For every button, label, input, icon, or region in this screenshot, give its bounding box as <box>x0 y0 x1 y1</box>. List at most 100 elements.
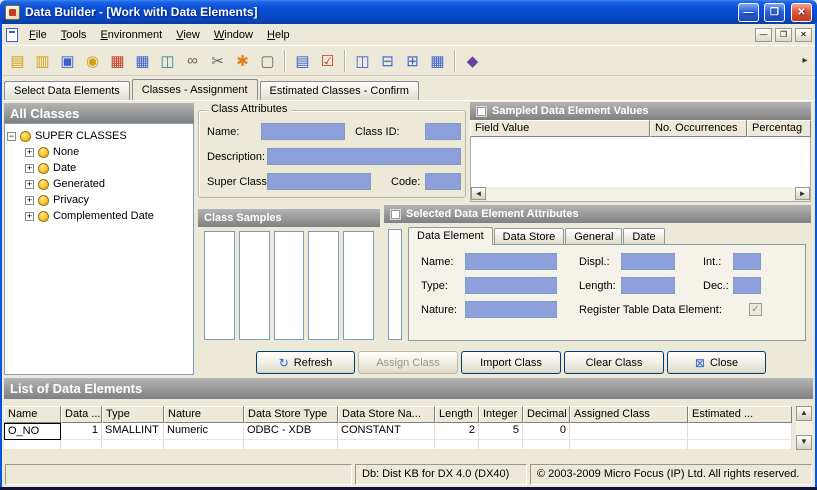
tree-item-privacy[interactable]: Privacy <box>7 192 191 208</box>
tile-horizontal-icon[interactable]: ⊟ <box>375 48 400 73</box>
sample-column[interactable] <box>239 231 270 340</box>
table-row[interactable] <box>4 440 796 449</box>
panel-toggle-icon[interactable] <box>390 209 401 220</box>
cell-data-store-type[interactable]: ODBC - XDB <box>244 423 338 440</box>
scroll-track[interactable] <box>796 421 812 435</box>
expand-icon[interactable] <box>25 180 34 189</box>
sample-column[interactable] <box>308 231 339 340</box>
classes-tree[interactable]: SUPER CLASSES None Date Generated Privac <box>4 123 194 375</box>
list-document-icon[interactable]: ▤ <box>290 48 315 73</box>
grid-icon[interactable]: ▦ <box>425 48 450 73</box>
element-int-input[interactable] <box>733 253 761 270</box>
cell-data-store-type[interactable] <box>244 440 338 449</box>
register-table-checkbox[interactable]: ✓ <box>749 303 762 316</box>
import-table-icon[interactable]: ▦ <box>105 48 130 73</box>
element-dec-input[interactable] <box>733 277 761 294</box>
tab-classes-assignment[interactable]: Classes - Assignment <box>132 79 258 100</box>
child-restore-button[interactable]: ❐ <box>775 28 792 42</box>
table-row[interactable]: O_NO 1 SMALLINT Numeric ODBC - XDB CONST… <box>4 423 796 440</box>
scroll-up-icon[interactable]: ▲ <box>796 406 812 421</box>
expand-icon[interactable] <box>25 164 34 173</box>
collapse-icon[interactable] <box>7 132 16 141</box>
super-class-input[interactable] <box>267 173 371 190</box>
tree-item-date[interactable]: Date <box>7 160 191 176</box>
cell-decimal[interactable] <box>523 440 570 449</box>
column-percentage[interactable]: Percentag <box>747 120 811 137</box>
element-nature-input[interactable] <box>465 301 557 318</box>
vertical-scrollbar[interactable]: ▲ ▼ <box>796 406 812 450</box>
copy-icon[interactable]: ◫ <box>155 48 180 73</box>
minimize-button[interactable]: — <box>738 3 759 22</box>
scroll-track[interactable] <box>486 187 795 201</box>
menu-window[interactable]: Window <box>207 26 260 44</box>
child-close-button[interactable]: ✕ <box>795 28 812 42</box>
element-displ-input[interactable] <box>621 253 675 270</box>
sample-column[interactable] <box>343 231 374 340</box>
menu-environment[interactable]: Environment <box>93 26 169 44</box>
tab-date[interactable]: Date <box>623 228 664 245</box>
tile-grid-icon[interactable]: ⊞ <box>400 48 425 73</box>
star-icon[interactable]: ✱ <box>230 48 255 73</box>
class-id-input[interactable] <box>425 123 461 140</box>
import-class-button[interactable]: Import Class <box>461 351 561 374</box>
column-data[interactable]: Data ... <box>61 406 102 423</box>
expand-icon[interactable] <box>25 148 34 157</box>
tab-data-store[interactable]: Data Store <box>494 228 565 245</box>
restore-button[interactable]: ❐ <box>764 3 785 22</box>
column-decimal[interactable]: Decimal <box>523 406 570 423</box>
column-data-store-type[interactable]: Data Store Type <box>244 406 338 423</box>
panel-toggle-icon[interactable] <box>476 106 487 117</box>
cell-type[interactable]: SMALLINT <box>102 423 164 440</box>
sampled-values-list[interactable] <box>470 137 811 187</box>
column-field-value[interactable]: Field Value <box>470 120 650 137</box>
cell-data-store-name[interactable] <box>338 440 435 449</box>
menu-tools[interactable]: Tools <box>54 26 94 44</box>
cell-name[interactable] <box>4 440 61 449</box>
cell-assigned-class[interactable] <box>570 423 688 440</box>
folder-icon[interactable]: ▥ <box>30 48 55 73</box>
cut-icon[interactable]: ✂ <box>205 48 230 73</box>
column-length[interactable]: Length <box>435 406 479 423</box>
document-icon[interactable]: ▢ <box>255 48 280 73</box>
task-check-icon[interactable]: ☑ <box>315 48 340 73</box>
cell-integer[interactable]: 5 <box>479 423 523 440</box>
tree-item-none[interactable]: None <box>7 144 191 160</box>
code-input[interactable] <box>425 173 461 190</box>
column-assigned-class[interactable]: Assigned Class <box>570 406 688 423</box>
tab-data-element[interactable]: Data Element <box>408 227 493 245</box>
cell-name[interactable]: O_NO <box>4 423 61 440</box>
table-icon[interactable]: ▦ <box>130 48 155 73</box>
element-sample-list[interactable] <box>388 229 402 340</box>
sample-column[interactable] <box>274 231 305 340</box>
expand-icon[interactable] <box>25 196 34 205</box>
class-name-input[interactable] <box>261 123 345 140</box>
close-panel-button[interactable]: ⊠ Close <box>667 351 766 374</box>
cell-length[interactable]: 2 <box>435 423 479 440</box>
help-book-icon[interactable]: ◆ <box>460 48 485 73</box>
description-input[interactable] <box>267 148 461 165</box>
child-minimize-button[interactable]: — <box>755 28 772 42</box>
tile-vertical-icon[interactable]: ◫ <box>350 48 375 73</box>
element-length-input[interactable] <box>621 277 675 294</box>
cell-integer[interactable] <box>479 440 523 449</box>
tree-item-complemented-date[interactable]: Complemented Date <box>7 208 191 224</box>
refresh-button[interactable]: ↻ Refresh <box>256 351 355 374</box>
sample-column[interactable] <box>204 231 235 340</box>
column-nature[interactable]: Nature <box>164 406 244 423</box>
cell-assigned-class[interactable] <box>570 440 688 449</box>
scroll-left-icon[interactable]: ◄ <box>471 187 486 200</box>
cell-data[interactable]: 1 <box>61 423 102 440</box>
tree-item-generated[interactable]: Generated <box>7 176 191 192</box>
cell-nature[interactable]: Numeric <box>164 423 244 440</box>
expand-icon[interactable] <box>25 212 34 221</box>
bell-icon[interactable]: ◉ <box>80 48 105 73</box>
cell-nature[interactable] <box>164 440 244 449</box>
element-name-input[interactable] <box>465 253 557 270</box>
assign-class-button[interactable]: Assign Class <box>358 351 458 374</box>
link-icon[interactable]: ∞ <box>180 48 205 73</box>
clear-class-button[interactable]: Clear Class <box>564 351 664 374</box>
tree-root-super-classes[interactable]: SUPER CLASSES <box>7 128 191 144</box>
cell-estimated[interactable] <box>688 440 792 449</box>
horizontal-scrollbar[interactable]: ◄ ► <box>470 187 811 202</box>
column-estimated[interactable]: Estimated ... <box>688 406 792 423</box>
